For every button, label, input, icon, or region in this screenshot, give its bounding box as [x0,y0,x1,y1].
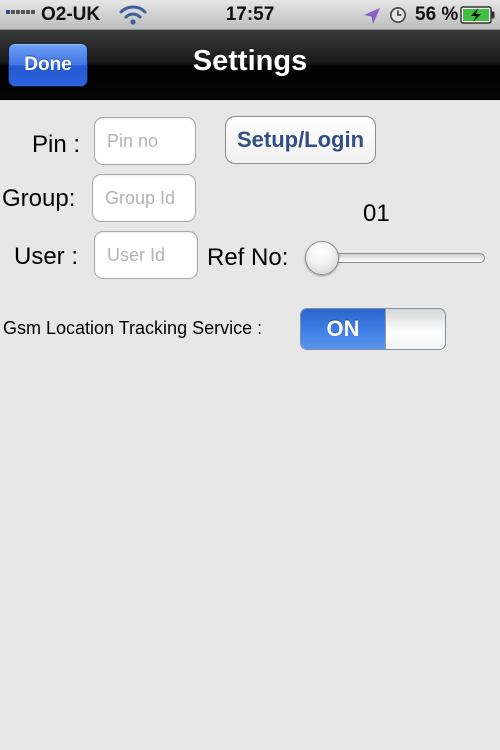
user-label: User : [14,243,79,270]
ref-number-label: Ref No: [207,244,289,271]
signal-bars-icon [6,10,35,14]
location-arrow-icon [364,8,380,24]
carrier-name: O2-UK [41,4,101,25]
gsm-tracking-toggle[interactable]: ON [300,308,446,350]
group-input[interactable] [92,174,196,222]
ref-number-slider[interactable] [305,241,487,275]
status-bar: O2-UK 17:57 56 % [0,0,500,30]
wifi-icon [119,5,147,25]
clock-icon [390,7,406,23]
pin-input[interactable] [94,117,196,165]
toggle-knob [385,309,445,349]
battery-charging-icon [460,6,495,24]
pin-label: Pin : [32,131,81,158]
slider-thumb[interactable] [305,241,339,275]
ref-number-value: 01 [363,200,390,227]
user-input[interactable] [94,231,198,279]
setup-login-button[interactable]: Setup/Login [225,116,376,164]
toggle-on-label: ON [301,309,385,349]
group-label: Group: [2,185,76,212]
gsm-tracking-label: Gsm Location Tracking Service : [3,318,263,338]
done-button[interactable]: Done [8,43,88,87]
battery-percent: 56 % [415,4,459,25]
navigation-bar: Done Settings [0,30,500,100]
